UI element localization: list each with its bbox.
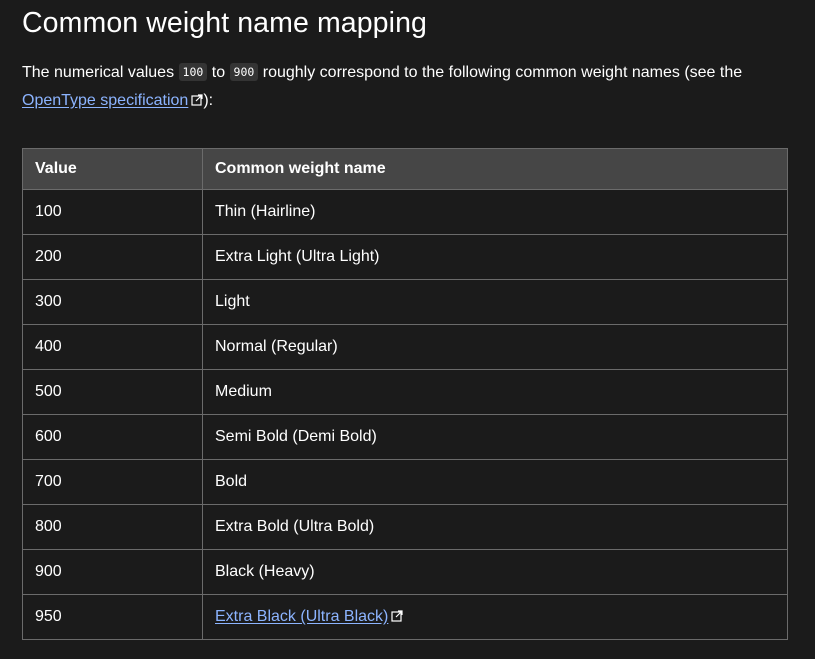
cell-value: 900 [22, 549, 203, 595]
cell-weight-name: Thin (Hairline) [202, 189, 788, 235]
external-link-icon [191, 94, 203, 106]
weight-mapping-table: Value Common weight name 100 Thin (Hairl… [22, 148, 788, 640]
table-row: 950 Extra Black (Ultra Black) [22, 594, 788, 640]
opentype-spec-link[interactable]: OpenType specification [22, 92, 188, 109]
cell-value: 100 [22, 189, 203, 235]
cell-weight-name: Extra Bold (Ultra Bold) [202, 504, 788, 550]
code-min-value: 100 [178, 63, 208, 81]
cell-value: 600 [22, 414, 203, 460]
cell-weight-name: Normal (Regular) [202, 324, 788, 370]
intro-paragraph: The numerical values 100 to 900 roughly … [22, 58, 782, 115]
external-link-icon [391, 610, 403, 622]
cell-weight-name: Light [202, 279, 788, 325]
table-row: 200 Extra Light (Ultra Light) [22, 234, 788, 280]
cell-weight-name: Extra Light (Ultra Light) [202, 234, 788, 280]
table-row: 100 Thin (Hairline) [22, 189, 788, 235]
cell-value: 300 [22, 279, 203, 325]
code-max-value: 900 [229, 63, 259, 81]
section-heading: Common weight name mapping [22, 7, 427, 39]
cell-weight-name: Bold [202, 459, 788, 505]
header-weight-name: Common weight name [202, 148, 788, 190]
intro-text-end: ): [203, 92, 214, 109]
cell-value: 700 [22, 459, 203, 505]
table-header-row: Value Common weight name [22, 148, 788, 190]
table-row: 400 Normal (Regular) [22, 324, 788, 370]
cell-value: 950 [22, 594, 203, 640]
cell-weight-name: Extra Black (Ultra Black) [202, 594, 788, 640]
page: Common weight name mapping The numerical… [0, 0, 815, 659]
cell-value: 400 [22, 324, 203, 370]
intro-text-before: The numerical values [22, 64, 179, 81]
cell-weight-name: Semi Bold (Demi Bold) [202, 414, 788, 460]
table-row: 300 Light [22, 279, 788, 325]
table-row: 800 Extra Bold (Ultra Bold) [22, 504, 788, 550]
cell-value: 500 [22, 369, 203, 415]
table-row: 700 Bold [22, 459, 788, 505]
intro-text-mid: to [207, 64, 230, 81]
cell-value: 800 [22, 504, 203, 550]
cell-value: 200 [22, 234, 203, 280]
extra-black-link[interactable]: Extra Black (Ultra Black) [215, 608, 388, 625]
intro-text-after: roughly correspond to the following comm… [258, 64, 743, 81]
cell-weight-name: Black (Heavy) [202, 549, 788, 595]
table-row: 500 Medium [22, 369, 788, 415]
table-row: 900 Black (Heavy) [22, 549, 788, 595]
table-row: 600 Semi Bold (Demi Bold) [22, 414, 788, 460]
cell-weight-name: Medium [202, 369, 788, 415]
header-value: Value [22, 148, 203, 190]
